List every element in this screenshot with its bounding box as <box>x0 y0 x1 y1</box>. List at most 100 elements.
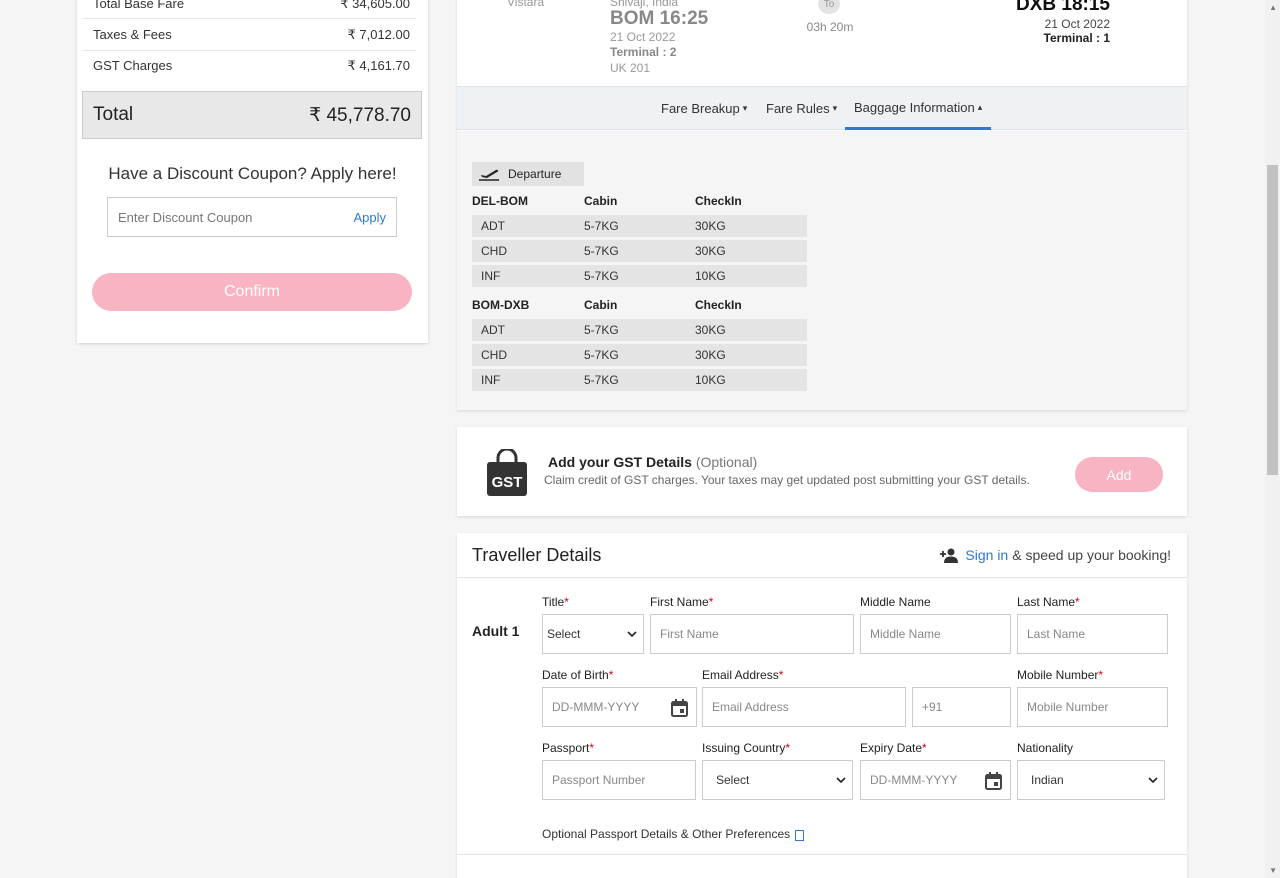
departure-terminal: Terminal : 2 <box>610 45 677 59</box>
add-user-icon <box>940 548 959 563</box>
tab-fare-rules[interactable]: Fare Rules ▾ <box>766 87 837 130</box>
checkin-value: 30KG <box>695 244 726 258</box>
tab-baggage-information[interactable]: Baggage Information ▴ <box>845 87 992 130</box>
divider <box>83 18 416 19</box>
nationality-select[interactable]: Indian <box>1017 760 1165 800</box>
flight-number: UK 201 <box>610 61 651 75</box>
cabin-header: Cabin <box>584 298 618 312</box>
segment-header: DEL-BOM Cabin CheckIn <box>472 194 807 212</box>
baggage-row: CHD 5-7KG 30KG <box>472 240 807 262</box>
coupon-input[interactable]: Enter Discount Coupon Apply <box>107 197 397 237</box>
chevron-down-icon: ▾ <box>742 103 748 113</box>
middle-name-label: Middle Name <box>860 595 931 609</box>
optional-preferences-toggle[interactable]: Optional Passport Details & Other Prefer… <box>542 826 805 841</box>
dob-input[interactable]: DD-MMM-YYYY <box>542 687 697 727</box>
cabin-value: 5-7KG <box>584 373 619 387</box>
nationality-value: Indian <box>1031 773 1064 787</box>
baggage-row: ADT 5-7KG 30KG <box>472 215 807 237</box>
fare-label: Taxes & Fees <box>93 27 172 42</box>
fare-label: GST Charges <box>93 58 173 73</box>
checkin-header: CheckIn <box>695 298 742 312</box>
pax-type: CHD <box>481 244 507 258</box>
title-select-value: Select <box>547 627 581 641</box>
apply-coupon-button[interactable]: Apply <box>353 210 386 225</box>
calendar-icon[interactable] <box>671 699 688 717</box>
chevron-up-icon: ▴ <box>977 101 983 112</box>
cabin-value: 5-7KG <box>584 244 619 258</box>
expand-checkbox-icon[interactable] <box>795 830 805 841</box>
tab-label: Fare Breakup <box>661 101 740 116</box>
first-name-input[interactable]: First Name <box>650 614 854 654</box>
dob-placeholder: DD-MMM-YYYY <box>552 700 640 714</box>
signin-link[interactable]: Sign in <box>965 547 1008 563</box>
pax-type: INF <box>481 373 501 387</box>
scroll-up-icon[interactable]: ▲ <box>1269 3 1277 12</box>
coupon-placeholder[interactable]: Enter Discount Coupon <box>118 210 252 225</box>
tab-fare-breakup[interactable]: Fare Breakup ▾ <box>661 87 747 130</box>
segment-header: BOM-DXB Cabin CheckIn <box>472 298 807 316</box>
fare-value: ₹ 4,161.70 <box>347 58 411 73</box>
checkin-value: 30KG <box>695 348 726 362</box>
fare-row-base: Total Base Fare ₹ 34,605.00 <box>93 0 410 12</box>
arrival-date: 21 Oct 2022 <box>1044 17 1110 31</box>
fare-summary-card: Total Base Fare ₹ 34,605.00 Taxes & Fees… <box>77 0 428 343</box>
total-value: ₹ 45,778.70 <box>309 104 411 126</box>
departure-code-time: BOM 16:25 <box>610 8 709 29</box>
issuing-country-select[interactable]: Select <box>702 760 853 800</box>
title-select[interactable]: Select <box>542 614 644 654</box>
total-label: Total <box>93 104 134 125</box>
expiry-placeholder: DD-MMM-YYYY <box>870 773 958 787</box>
gst-optional: (Optional) <box>695 454 758 470</box>
email-input[interactable]: Email Address <box>702 687 906 727</box>
route: DEL-BOM <box>472 194 528 208</box>
chevron-down-icon <box>836 777 846 783</box>
details-tabs: Fare Breakup ▾ Fare Rules ▾ Baggage Info… <box>457 86 1187 130</box>
coupon-title: Have a Discount Coupon? Apply here! <box>108 164 397 183</box>
pax-type: ADT <box>481 219 505 233</box>
to-badge: To <box>818 0 840 14</box>
pax-type: CHD <box>481 348 507 362</box>
arrival-code-time: DXB 18:15 <box>1016 0 1110 15</box>
divider <box>457 577 1187 578</box>
tab-label: Fare Rules <box>766 101 830 116</box>
traveller-title: Traveller Details <box>472 545 602 565</box>
middle-name-input[interactable]: Middle Name <box>860 614 1011 654</box>
country-code-input[interactable]: +91 <box>912 687 1011 727</box>
optional-preferences-label: Optional Passport Details & Other Prefer… <box>542 826 791 841</box>
departure-date: 21 Oct 2022 <box>610 30 676 44</box>
cabin-value: 5-7KG <box>584 323 619 337</box>
baggage-row: ADT 5-7KG 30KG <box>472 319 807 341</box>
expiry-input[interactable]: DD-MMM-YYYY <box>860 760 1011 800</box>
scroll-down-icon[interactable]: ▼ <box>1269 866 1277 875</box>
cabin-value: 5-7KG <box>584 348 619 362</box>
gst-icon-text: GST <box>492 474 523 491</box>
fare-value: ₹ 7,012.00 <box>347 27 411 42</box>
page-scrollbar[interactable]: ▲ ▼ <box>1265 0 1280 878</box>
adult-label: Adult 1 <box>472 623 520 639</box>
mobile-input[interactable]: Mobile Number <box>1017 687 1168 727</box>
total-row: Total ₹ 45,778.70 <box>82 91 422 139</box>
passport-input[interactable]: Passport Number <box>542 760 696 800</box>
email-label: Email Address* <box>702 668 784 682</box>
departure-badge: Departure <box>472 162 584 186</box>
gst-title-text: Add your GST Details <box>548 454 692 470</box>
first-name-label: First Name* <box>650 595 714 609</box>
divider <box>83 50 416 51</box>
signin-prompt: Sign in & speed up your booking! <box>939 547 1171 563</box>
confirm-button[interactable]: Confirm <box>92 273 412 311</box>
baggage-row: INF 5-7KG 10KG <box>472 265 807 287</box>
last-name-input[interactable]: Last Name <box>1017 614 1168 654</box>
scrollbar-thumb[interactable] <box>1267 165 1278 475</box>
issuing-country-label: Issuing Country* <box>702 741 791 755</box>
chevron-down-icon <box>627 631 637 637</box>
cabin-value: 5-7KG <box>584 269 619 283</box>
last-name-label: Last Name* <box>1017 595 1080 609</box>
departure-label: Departure <box>508 167 562 181</box>
fare-value: ₹ 34,605.00 <box>340 0 410 11</box>
expiry-label: Expiry Date* <box>860 741 927 755</box>
calendar-icon[interactable] <box>985 772 1002 790</box>
tab-label: Baggage Information <box>854 99 975 115</box>
fare-row-gst: GST Charges ₹ 4,161.70 <box>93 58 410 74</box>
add-gst-button[interactable]: Add <box>1075 457 1163 492</box>
fare-row-taxes: Taxes & Fees ₹ 7,012.00 <box>93 27 410 43</box>
